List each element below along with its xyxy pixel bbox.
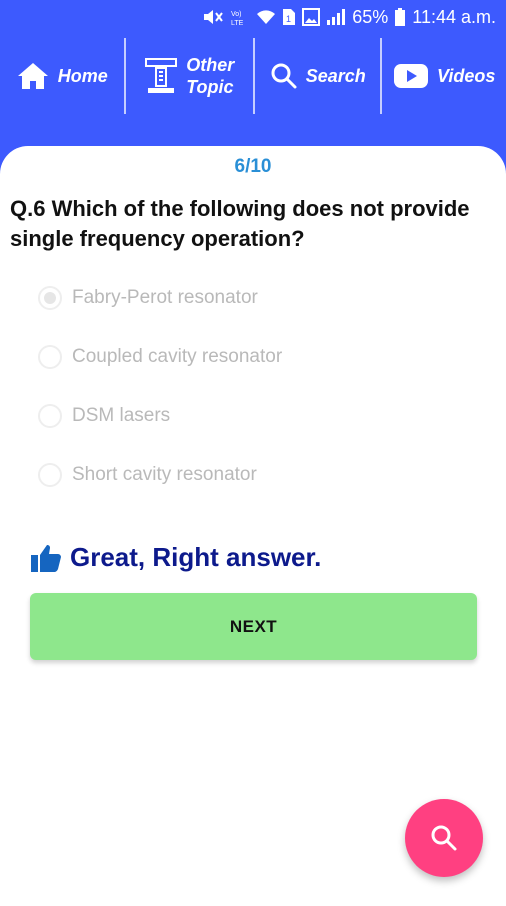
- battery-percent: 65%: [352, 6, 389, 27]
- battery-icon: [395, 8, 406, 26]
- question-text: Q.6 Which of the following does not prov…: [10, 196, 470, 251]
- signal-icon: [327, 9, 346, 25]
- nav-other-topic-line2: Topic: [186, 77, 234, 97]
- option-label: DSM lasers: [72, 405, 171, 426]
- search-icon: [271, 63, 297, 89]
- option-label: Fabry-Perot resonator: [72, 287, 258, 308]
- nav-videos-label: Videos: [437, 65, 496, 86]
- topics-icon: [145, 58, 178, 93]
- option-label: Short cavity resonator: [72, 464, 257, 485]
- svg-text:Vo): Vo): [231, 11, 242, 18]
- status-bar: Vo) LTE 1 65% 11:44 a.m.: [0, 0, 506, 34]
- option-1[interactable]: Fabry-Perot resonator: [38, 286, 258, 310]
- mute-icon: [204, 10, 224, 24]
- option-label: Coupled cavity resonator: [72, 346, 283, 367]
- radio-button[interactable]: [38, 345, 62, 369]
- radio-button[interactable]: [38, 463, 62, 487]
- nav-other-topic-line1: Other: [186, 55, 235, 75]
- answer-feedback: Great, Right answer.: [30, 542, 321, 573]
- radio-button[interactable]: [38, 404, 62, 428]
- svg-text:1: 1: [286, 14, 291, 24]
- nav-other-topic-label: Other Topic: [186, 54, 234, 98]
- nav-search-label: Search: [305, 65, 366, 86]
- svg-text:LTE: LTE: [231, 20, 244, 27]
- image-icon: [302, 8, 321, 26]
- nav-search[interactable]: Search: [255, 36, 381, 116]
- thumbs-up-icon: [31, 544, 61, 572]
- volte-icon: Vo) LTE: [231, 11, 244, 27]
- youtube-icon: [394, 64, 429, 88]
- search-icon: [431, 825, 457, 851]
- top-nav: Home Other Topic Search Videos: [0, 36, 506, 116]
- option-4[interactable]: Short cavity resonator: [38, 463, 257, 487]
- clock: 11:44 a.m.: [412, 6, 496, 27]
- next-button[interactable]: NEXT: [30, 593, 477, 660]
- feedback-text: Great, Right answer.: [70, 542, 322, 572]
- option-2[interactable]: Coupled cavity resonator: [38, 345, 282, 369]
- home-icon: [17, 63, 48, 89]
- radio-button-selected[interactable]: [38, 286, 62, 310]
- nav-other-topic[interactable]: Other Topic: [126, 36, 254, 116]
- quiz-card: 6/10 Q.6 Which of the following does not…: [0, 146, 506, 906]
- search-fab[interactable]: [405, 799, 483, 877]
- sim-icon: 1: [283, 9, 296, 25]
- nav-videos[interactable]: Videos: [382, 36, 506, 116]
- wifi-icon: [257, 10, 276, 24]
- question-counter: 6/10: [234, 156, 272, 177]
- nav-home-label: Home: [57, 65, 108, 86]
- nav-home[interactable]: Home: [0, 36, 124, 116]
- option-3[interactable]: DSM lasers: [38, 404, 170, 428]
